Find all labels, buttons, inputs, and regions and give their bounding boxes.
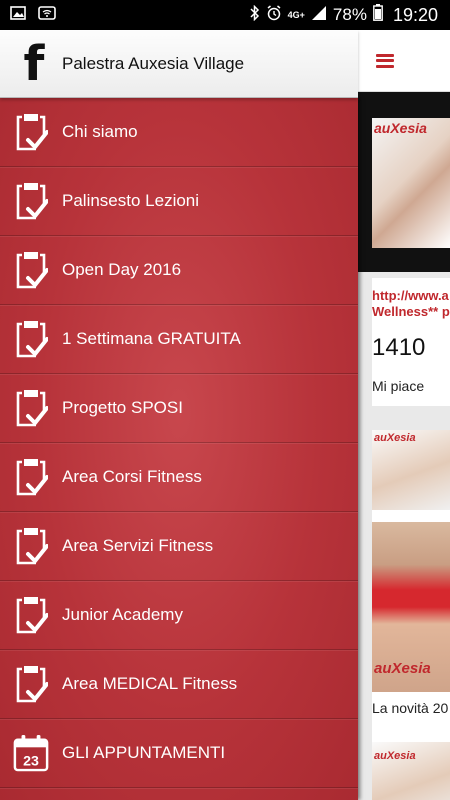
menu-item-label: GLI APPUNTAMENTI: [62, 743, 226, 762]
clipboard-check-icon: [13, 595, 49, 635]
clock: 19:20: [392, 4, 438, 25]
post-card[interactable]: http://www.a Wellness** p 1410 Mi piace: [372, 278, 450, 406]
menu-item-label: Junior Academy: [62, 605, 183, 624]
navigation-drawer: Chi siamo Palinsesto Lezioni Open Day 20…: [0, 98, 358, 800]
brand-logo: auXesia: [374, 432, 416, 444]
post-card[interactable]: auXesia: [372, 742, 450, 800]
cover-photo: [372, 118, 450, 248]
image-notification-icon: [10, 5, 26, 25]
clipboard-check-icon: [13, 457, 49, 497]
facebook-icon: f: [23, 35, 45, 92]
alarm-icon: [266, 4, 282, 26]
menu-item-label: 1 Settimana GRATUITA: [62, 329, 241, 348]
drawer-header: f Palestra Auxesia Village: [0, 30, 358, 98]
menu-item-open-day[interactable]: Open Day 2016: [0, 236, 358, 305]
cover-banner: auXesia: [358, 92, 450, 272]
menu-item-label: Palinsesto Lezioni: [62, 191, 200, 210]
menu-item-label: Area Corsi Fitness: [62, 467, 202, 486]
menu-item-area-servizi-fitness[interactable]: Area Servizi Fitness: [0, 512, 358, 581]
post-text: La novità 20: [372, 700, 449, 716]
clipboard-check-icon: [13, 388, 49, 428]
clipboard-check-icon: [13, 664, 49, 704]
menu-item-label: Progetto SPOSI: [62, 398, 183, 417]
menu-item-area-corsi-fitness[interactable]: Area Corsi Fitness: [0, 443, 358, 512]
menu-item-palinsesto-lezioni[interactable]: Palinsesto Lezioni: [0, 167, 358, 236]
clipboard-check-icon: [13, 526, 49, 566]
hamburger-menu-icon[interactable]: [376, 53, 394, 68]
calendar-icon: 23: [13, 733, 49, 773]
menu-item-label: Area MEDICAL Fitness: [62, 674, 238, 693]
clipboard-check-icon: [13, 181, 49, 221]
network-type: 4G+: [287, 9, 305, 20]
feed-header: [358, 30, 450, 92]
background-feed: auXesia http://www.a Wellness** p 1410 M…: [358, 30, 450, 800]
menu-item-junior-academy[interactable]: Junior Academy: [0, 581, 358, 650]
wifi-notification-icon: [38, 5, 56, 25]
clipboard-check-icon: [13, 112, 49, 152]
menu-item-label: Area Servizi Fitness: [62, 536, 214, 555]
page-title: Palestra Auxesia Village: [62, 53, 245, 73]
status-bar: 4G+ 78% 19:20: [0, 0, 450, 30]
clipboard-check-icon: [13, 250, 49, 290]
battery-icon: [373, 4, 383, 26]
menu-item-label: Open Day 2016: [62, 260, 182, 279]
battery-level: 78%: [332, 5, 367, 24]
menu-item-area-medical-fitness[interactable]: Area MEDICAL Fitness: [0, 650, 358, 719]
clipboard-check-icon: [13, 319, 49, 359]
menu-item-label: Chi siamo: [62, 122, 138, 141]
likes-label: Mi piace: [372, 378, 425, 394]
post-link[interactable]: http://www.a: [372, 288, 450, 304]
brand-logo: auXesia: [374, 120, 427, 136]
likes-count: 1410: [372, 334, 426, 361]
signal-icon: [311, 5, 327, 26]
menu-item-progetto-sposi[interactable]: Progetto SPOSI: [0, 374, 358, 443]
calendar-day: 23: [23, 753, 39, 769]
brand-logo: auXesia: [374, 660, 431, 677]
menu-item-settimana-gratuita[interactable]: 1 Settimana GRATUITA: [0, 305, 358, 374]
menu-item-chi-siamo[interactable]: Chi siamo: [0, 98, 358, 167]
bluetooth-icon: [250, 4, 260, 26]
brand-logo: auXesia: [374, 750, 416, 762]
menu-item-appuntamenti[interactable]: 23 GLI APPUNTAMENTI: [0, 719, 358, 788]
post-link-line2[interactable]: Wellness** p: [372, 304, 450, 320]
post-card[interactable]: auXesia auXesia La novità 20: [372, 430, 450, 760]
